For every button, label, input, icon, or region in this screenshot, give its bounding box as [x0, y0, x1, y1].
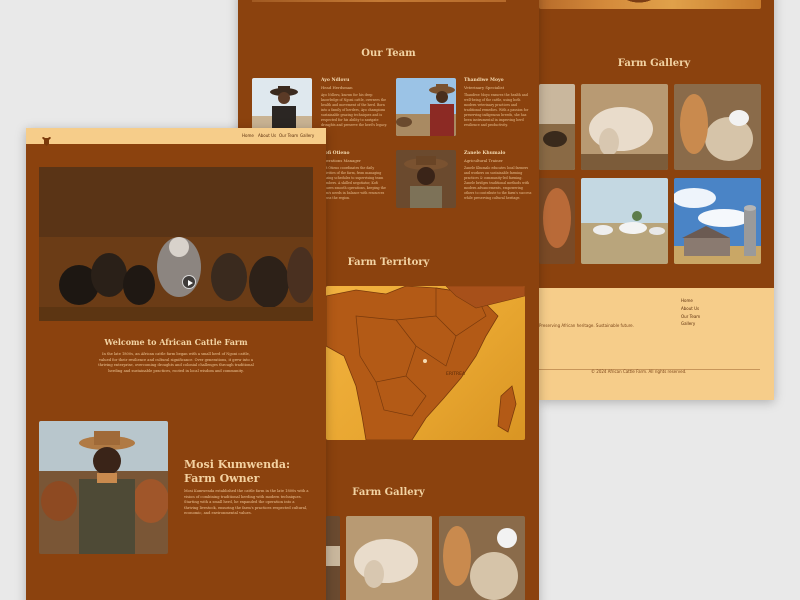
footer-copyright: © 2024 African Cattle Farm. All rights r… — [591, 369, 687, 374]
hero-video[interactable] — [39, 167, 313, 321]
owner-heading: Mosi Kumwenda: Farm Owner — [184, 458, 291, 485]
footer-link-about[interactable]: About Us — [681, 306, 699, 311]
nav-link-gallery[interactable]: Gallery — [300, 133, 314, 138]
owner-bio: Mosi Kumwenda established the cattle far… — [184, 489, 309, 516]
territory-map[interactable]: ERITREA — [326, 286, 525, 440]
member-bio: Kofi Otieno coordinates the daily activi… — [321, 166, 386, 200]
welcome-heading: Welcome to African Cattle Farm — [104, 337, 248, 347]
home-page: Home About Us Our Team Gallery Welcome t… — [26, 128, 326, 600]
member-name: Ayo Ndlovu — [321, 78, 350, 83]
member-name: Thandiwe Moyo — [464, 78, 504, 83]
play-button[interactable] — [182, 275, 196, 289]
welcome-paragraph: In the late 1800s, an African cattle far… — [98, 352, 254, 373]
member-role: Veterinary Specialist — [464, 85, 505, 90]
top-image-strip — [252, 0, 506, 2]
member-role: Head Herdsman — [321, 85, 353, 90]
gallery-image-barn[interactable] — [674, 178, 761, 264]
footer-link-gallery[interactable]: Gallery — [681, 321, 695, 326]
footer-tagline: Preserving African heritage. Sustainable… — [539, 323, 634, 328]
gallery-footer-page: Farm Gallery Preserving African heritage… — [539, 0, 774, 400]
member-bio: Zanele Khumalo educates local farmers an… — [464, 166, 532, 200]
member-bio: Thandiwe Moyo ensures the health and wel… — [464, 93, 529, 127]
member-role: Agricultural Trainer — [464, 158, 503, 163]
gallery-image-pasture[interactable] — [581, 178, 668, 264]
nav-link-about[interactable]: About Us — [258, 133, 276, 138]
gallery-image-cattle[interactable] — [326, 516, 340, 600]
top-nav: Home About Us Our Team Gallery — [26, 128, 326, 146]
owner-photo — [39, 421, 168, 554]
gallery-image-calf[interactable] — [674, 84, 761, 170]
gallery-heading: Farm Gallery — [617, 58, 691, 69]
footer-link-team[interactable]: Our Team — [681, 314, 700, 319]
nav-link-team[interactable]: Our Team — [279, 133, 298, 138]
cattle-logo-icon[interactable] — [41, 131, 52, 146]
member-photo-thandiwe — [396, 78, 456, 136]
map-label: ERITREA — [446, 372, 466, 377]
top-image-strip — [539, 0, 761, 9]
member-role: Operations Manager — [321, 158, 361, 163]
gallery-image-cow-closeup[interactable] — [581, 84, 668, 170]
member-name: Zanele Khumalo — [464, 151, 506, 156]
gallery-image-cattle-brown[interactable] — [539, 178, 575, 264]
member-photo-zanele — [396, 150, 456, 208]
gallery-image-cattle-herd[interactable] — [539, 84, 575, 170]
nav-link-home[interactable]: Home — [242, 133, 254, 138]
member-bio: Ayo Ndlovu, known for his deep knowledge… — [321, 93, 388, 127]
gallery-image-calf[interactable] — [439, 516, 525, 600]
team-heading: Our Team — [361, 48, 416, 59]
site-footer: Preserving African heritage. Sustainable… — [539, 288, 774, 400]
footer-link-home[interactable]: Home — [681, 298, 693, 303]
gallery-image-cow-closeup[interactable] — [346, 516, 432, 600]
